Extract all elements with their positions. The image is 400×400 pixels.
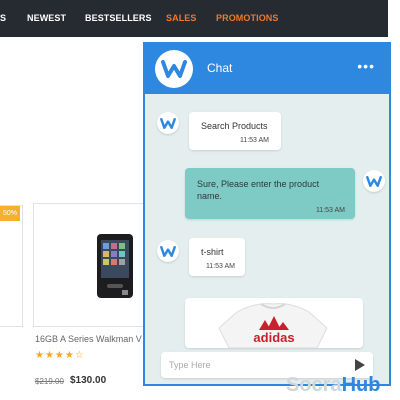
message-text: Sure, Please enter the product name. <box>197 179 320 201</box>
more-dots-icon[interactable]: ••• <box>357 58 375 74</box>
nav-item-newest[interactable]: NEWEST <box>27 0 66 37</box>
user-message: Sure, Please enter the product name. 11:… <box>185 168 355 219</box>
price-old: $219.00 <box>35 377 64 386</box>
message-time: 11:53 AM <box>239 137 269 144</box>
product-image-card[interactable]: adidas <box>185 298 363 348</box>
chat-header: Chat ••• <box>145 44 389 94</box>
watermark-part1: Socra <box>286 374 342 396</box>
message-text: Search Products <box>201 121 268 131</box>
message-input[interactable] <box>169 357 339 373</box>
watermark-logo: SocraHub <box>286 374 380 397</box>
brand-text: adidas <box>253 330 294 345</box>
product-card[interactable] <box>33 203 151 327</box>
bot-message: t-shirt 11:53 AM <box>189 238 245 276</box>
tshirt-image: adidas <box>218 303 328 348</box>
message-time: 11:53 AM <box>205 263 235 270</box>
chat-title: Chat <box>207 61 233 75</box>
w-logo-icon <box>155 50 193 88</box>
product-title[interactable]: 16GB A Series Walkman V <box>35 334 142 344</box>
message-time: 11:53 AM <box>315 207 345 214</box>
bot-avatar-icon <box>157 240 179 262</box>
nav-item-partial[interactable]: S <box>0 0 6 37</box>
walkman-image <box>97 234 133 298</box>
chat-widget: Chat ••• Search Products 11:53 AM Sure, … <box>143 42 391 386</box>
bot-message: Search Products 11:53 AM <box>189 112 281 150</box>
nav-item-bestsellers[interactable]: BESTSELLERS <box>85 0 152 37</box>
rating-stars: ★★★★☆ <box>35 350 85 361</box>
nav-item-sales[interactable]: SALES <box>166 0 197 37</box>
bot-avatar-icon <box>157 112 179 134</box>
top-nav: S NEWEST BESTSELLERS SALES PROMOTIONS <box>0 0 388 37</box>
product-card-partial[interactable] <box>0 205 23 327</box>
nav-item-promotions[interactable]: PROMOTIONS <box>216 0 279 37</box>
sale-badge: 50% <box>0 206 20 221</box>
message-text: t-shirt <box>201 247 224 257</box>
send-icon[interactable] <box>355 359 365 371</box>
price-new: $130.00 <box>70 375 107 386</box>
user-avatar-icon <box>363 170 385 192</box>
watermark-part2: Hub <box>341 374 381 396</box>
